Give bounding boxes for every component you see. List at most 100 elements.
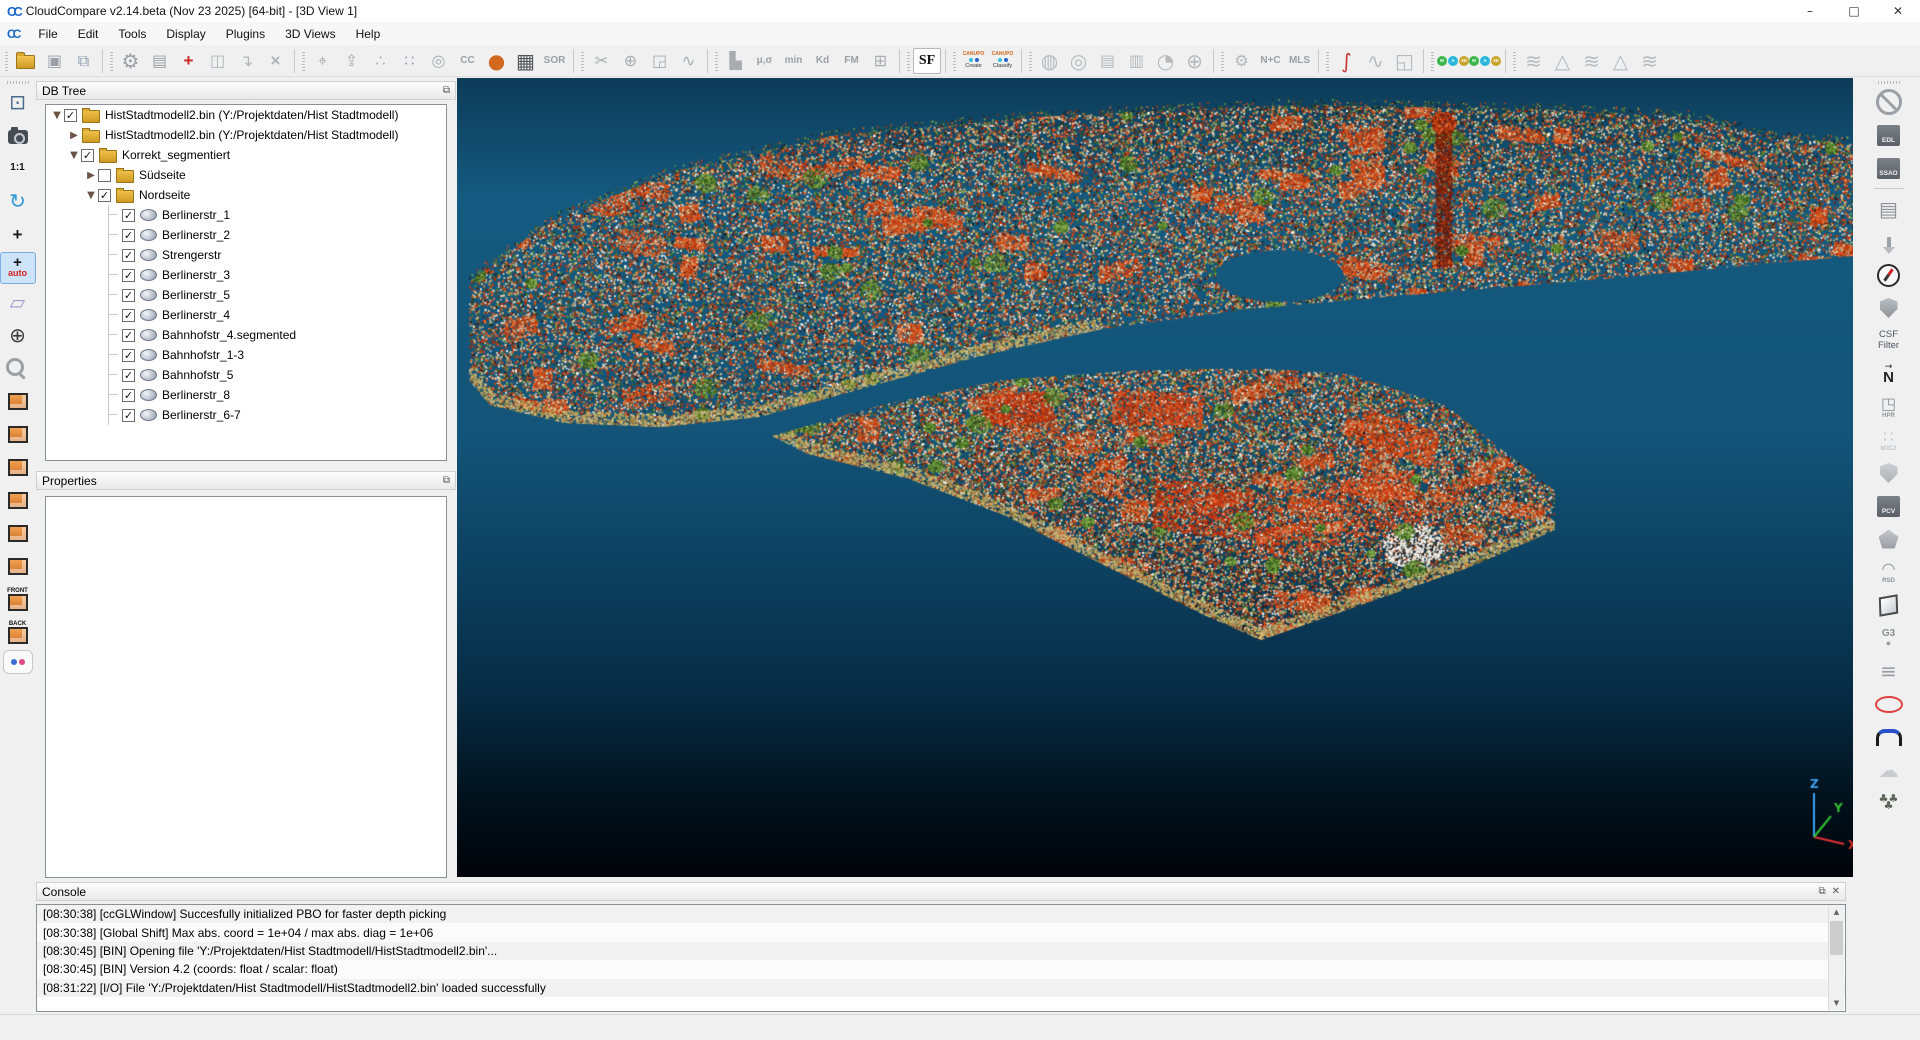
view-left[interactable] <box>1 452 35 482</box>
scroll-thumb[interactable] <box>1830 921 1843 955</box>
tree-row-bahnhofstr-5[interactable]: ✓Bahnhofstr_5 <box>46 365 446 385</box>
visibility-checkbox[interactable]: ✓ <box>122 389 135 402</box>
view-right[interactable] <box>1 485 35 515</box>
menu-file[interactable]: File <box>28 24 67 44</box>
expander-closed-icon[interactable]: ▶ <box>84 170 98 181</box>
sra-curve[interactable]: ∫ <box>1332 47 1361 75</box>
qnormals[interactable]: →N <box>1872 359 1906 389</box>
pick-rotation-center[interactable]: + <box>1 219 35 249</box>
qrsd[interactable]: ◠RSD <box>1872 557 1906 587</box>
mesh-plugin-3[interactable]: ≋ <box>1577 47 1606 75</box>
min-distance[interactable]: min <box>779 47 808 75</box>
qcompass[interactable] <box>1872 260 1906 290</box>
fm-tool[interactable]: FM <box>837 47 866 75</box>
mesh-sphere[interactable]: ◎ <box>1064 47 1093 75</box>
tree-row-berlinerstr-6-7[interactable]: ✓Berlinerstr_6-7 <box>46 405 446 425</box>
masc-3d-classify[interactable]: MA3D <box>1437 47 1469 75</box>
db-tree-list[interactable]: ▼✓HistStadtmodell2.bin (Y:/Projektdaten/… <box>45 104 447 461</box>
masc-3d-train[interactable]: MA3D <box>1469 47 1501 75</box>
filter-disable[interactable] <box>1872 87 1906 117</box>
sf-calculator[interactable]: ⊞ <box>866 47 895 75</box>
settings-gear[interactable]: ⚙ <box>116 47 145 75</box>
cross-section[interactable]: ◲ <box>645 47 674 75</box>
qcanopy[interactable]: ☁ <box>1872 755 1906 785</box>
normals-colors[interactable]: N+C <box>1256 47 1285 75</box>
segment-scissors[interactable]: ✂ <box>587 47 616 75</box>
tree-row-s-dseite[interactable]: ▶Südseite <box>46 165 446 185</box>
tree-row-korrekt-segmentiert[interactable]: ▼✓Korrekt_segmentiert <box>46 145 446 165</box>
menu-help[interactable]: Help <box>346 24 391 44</box>
pivot-visibility[interactable]: ⊕ <box>1 320 35 350</box>
maximize-button[interactable]: □ <box>1832 1 1876 22</box>
expander-closed-icon[interactable]: ▶ <box>67 130 81 141</box>
qm3c2[interactable]: ∷M3C2 <box>1872 425 1906 455</box>
qtreeiso[interactable]: ♣♣♣ <box>1872 788 1906 818</box>
qellipser[interactable] <box>1872 689 1906 719</box>
apply-transformation[interactable]: + <box>174 47 203 75</box>
delete-entity[interactable]: × <box>261 47 290 75</box>
mesh-delaunay[interactable]: ◍ <box>1035 47 1064 75</box>
tree-row-strengerstr[interactable]: ✓Strengerstr <box>46 245 446 265</box>
qfacets-2[interactable] <box>1872 458 1906 488</box>
mls-smoothing[interactable]: MLS <box>1285 47 1314 75</box>
canupo-create[interactable]: CANUPOCreate <box>959 47 988 75</box>
qbroom[interactable] <box>1872 227 1906 257</box>
view-top[interactable] <box>1 386 35 416</box>
fit-statistics[interactable]: μ,σ <box>750 47 779 75</box>
tree-row-bahnhofstr-4-segmented[interactable]: ✓Bahnhofstr_4.segmented <box>46 325 446 345</box>
stereo-mode[interactable] <box>3 650 33 674</box>
point-cloud-canvas[interactable] <box>457 78 1853 877</box>
auto-pick-rotation-center[interactable]: +auto <box>0 252 36 284</box>
point-picking[interactable]: ⌖ <box>308 47 337 75</box>
translate-rotate[interactable]: ⊕ <box>616 47 645 75</box>
menu-tools[interactable]: Tools <box>108 24 156 44</box>
visibility-checkbox[interactable]: ✓ <box>122 329 135 342</box>
minimize-button[interactable]: – <box>1788 1 1832 22</box>
qcloudlayers[interactable]: ≡ <box>1872 656 1906 686</box>
tree-row-berlinerstr-8[interactable]: ✓Berlinerstr_8 <box>46 385 446 405</box>
menu-3d-views[interactable]: 3D Views <box>275 24 345 44</box>
qfacets[interactable] <box>1872 293 1906 323</box>
display-options[interactable]: ⊡ <box>1 87 35 117</box>
visibility-checkbox[interactable]: ✓ <box>122 209 135 222</box>
zoom-and-center[interactable] <box>1 353 35 383</box>
show-histogram[interactable]: ▙ <box>721 47 750 75</box>
cc-script[interactable]: CC <box>453 47 482 75</box>
tree-row-histstadtmodell2-bin[interactable]: ▼✓HistStadtmodell2.bin (Y:/Projektdaten/… <box>46 105 446 125</box>
save-file[interactable]: ▣ <box>40 47 69 75</box>
mesh-plugin-1[interactable]: ≋ <box>1519 47 1548 75</box>
3d-view[interactable] <box>457 78 1853 877</box>
view-bottom[interactable] <box>1 419 35 449</box>
export-psv[interactable]: ▥ <box>1122 47 1151 75</box>
g3point[interactable]: G3● <box>1872 623 1906 653</box>
plugin-orange[interactable]: ● <box>482 47 511 75</box>
tree-row-nordseite[interactable]: ▼✓Nordseite <box>46 185 446 205</box>
visibility-checkbox[interactable]: ✓ <box>122 249 135 262</box>
screenshot[interactable] <box>1 120 35 150</box>
globe-grid[interactable]: ⊕ <box>1180 47 1209 75</box>
ssao-filter[interactable]: SSAO <box>1872 153 1906 183</box>
float-panel-icon[interactable]: ⧉ <box>1818 887 1825 897</box>
clone-entity[interactable]: ◫ <box>203 47 232 75</box>
tree-row-berlinerstr-2[interactable]: ✓Berlinerstr_2 <box>46 225 446 245</box>
sor-filter[interactable]: SOR <box>540 47 569 75</box>
visibility-checkbox[interactable]: ✓ <box>122 309 135 322</box>
mesh-plugin-2[interactable]: △ <box>1548 47 1577 75</box>
qmasonry[interactable] <box>1872 722 1906 752</box>
subsample-cloud[interactable]: ∷ <box>395 47 424 75</box>
tree-row-berlinerstr-4[interactable]: ✓Berlinerstr_4 <box>46 305 446 325</box>
close-button[interactable]: ✕ <box>1876 1 1920 22</box>
menu-display[interactable]: Display <box>156 24 215 44</box>
open-file[interactable] <box>11 47 40 75</box>
mesh-plugin-5[interactable]: ≋ <box>1635 47 1664 75</box>
mesh-plugin-4[interactable]: △ <box>1606 47 1635 75</box>
visibility-checkbox[interactable]: ✓ <box>81 149 94 162</box>
qhpr[interactable]: ◳HPR <box>1872 392 1906 422</box>
tree-row-histstadtmodell2-bin[interactable]: ▶HistStadtmodell2.bin (Y:/Projektdaten/H… <box>46 125 446 145</box>
qanimation[interactable]: ▤ <box>1872 194 1906 224</box>
view-iso-front[interactable]: FRONT <box>1 584 35 614</box>
menu-edit[interactable]: Edit <box>68 24 109 44</box>
scatter-curve[interactable]: ∿ <box>1361 47 1390 75</box>
visibility-checkbox[interactable]: ✓ <box>122 369 135 382</box>
tree-row-berlinerstr-5[interactable]: ✓Berlinerstr_5 <box>46 285 446 305</box>
